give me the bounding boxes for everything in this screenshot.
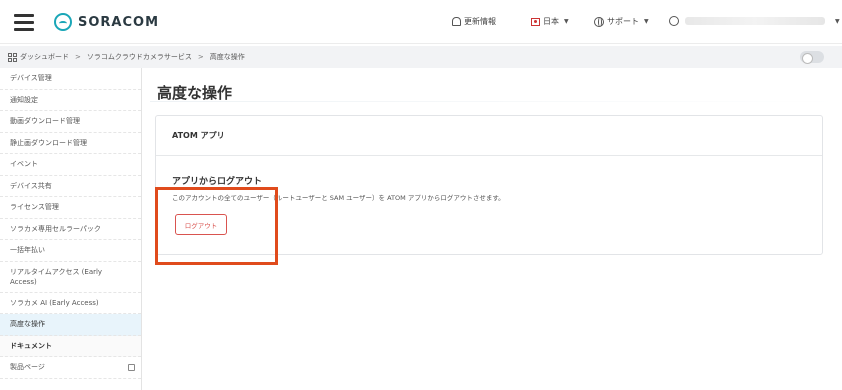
sidebar-item-advanced-operations[interactable]: 高度な操作 [0, 314, 141, 336]
sidebar-item-label: ライセンス管理 [10, 203, 59, 212]
sidebar-item-realtime-access[interactable]: リアルタイムアクセス (Early Access) [0, 262, 141, 293]
sidebar-item-label: デバイス管理 [10, 74, 52, 83]
chevron-down-icon: ▼ [564, 18, 569, 25]
breadcrumb-cloud-camera[interactable]: ソラコムクラウドカメラサービス [87, 52, 192, 62]
soracom-logo-icon [54, 13, 72, 31]
sidebar-item-label: 一括年払い [10, 246, 45, 255]
theme-toggle[interactable] [800, 51, 824, 64]
sidebar-item-image-download[interactable]: 静止画ダウンロード管理 [0, 133, 141, 154]
updates-link[interactable]: 更新情報 [452, 16, 496, 27]
external-link-icon [128, 363, 135, 371]
breadcrumb: ダッシュボード > ソラコムクラウドカメラサービス > 高度な操作 [0, 46, 842, 68]
breadcrumb-current: 高度な操作 [209, 53, 245, 61]
language-selector[interactable]: 日本 ▼ [531, 16, 569, 27]
breadcrumb-separator-icon: > [197, 53, 204, 61]
updates-label: 更新情報 [464, 17, 496, 26]
user-menu[interactable]: ▼ [669, 16, 840, 26]
sidebar-item-product-page[interactable]: 製品ページ [0, 357, 141, 379]
dashboard-icon [8, 52, 17, 62]
bell-icon [452, 17, 461, 26]
sidebar-item-soracam-ai[interactable]: ソラカメ AI (Early Access) [0, 293, 141, 314]
sidebar-item-label: ソラカメ AI (Early Access) [10, 298, 99, 307]
breadcrumb-separator-icon: > [75, 53, 81, 61]
logo-text: SORACOM [78, 14, 160, 30]
sidebar-item-label: 製品ページ [10, 363, 45, 372]
section-title: アプリからログアウト [172, 177, 263, 187]
sidebar-item-label: デバイス共有 [10, 181, 52, 190]
sidebar-item-video-download[interactable]: 動画ダウンロード管理 [0, 111, 141, 133]
card-header: ATOM アプリ [156, 116, 822, 156]
sidebar-item-cellular-pack[interactable]: ソラカメ専用セルラーパック [0, 219, 141, 240]
sidebar-item-annual-payment[interactable]: 一括年払い [0, 240, 141, 262]
sidebar-item-events[interactable]: イベント [0, 154, 141, 176]
sidebar-item-label: 通知設定 [10, 95, 38, 104]
globe-icon [594, 16, 604, 27]
top-header: SORACOM 更新情報 日本 ▼ サポート ▼ ▼ [0, 0, 842, 44]
sidebar-item-device-management[interactable]: デバイス管理 [0, 68, 141, 90]
hamburger-menu-icon[interactable] [14, 13, 36, 31]
user-icon [669, 16, 679, 26]
breadcrumb-dashboard[interactable]: ダッシュボード [20, 52, 69, 62]
sidebar-item-label: リアルタイムアクセス (Early Access) [10, 267, 103, 286]
soracom-logo[interactable]: SORACOM [54, 13, 159, 31]
support-menu[interactable]: サポート ▼ [594, 16, 649, 27]
sidebar: デバイス管理 通知設定 動画ダウンロード管理 静止画ダウンロード管理 イベント … [0, 68, 142, 390]
sidebar-item-label: 静止画ダウンロード管理 [10, 138, 87, 147]
page-title: 高度な操作 [157, 84, 233, 102]
sidebar-item-license[interactable]: ライセンス管理 [0, 197, 141, 219]
redacted-user-name [685, 17, 825, 25]
sidebar-item-notification-settings[interactable]: 通知設定 [0, 90, 141, 111]
sidebar-item-label: 高度な操作 [10, 320, 45, 329]
title-divider [150, 101, 842, 102]
japan-flag-icon [531, 17, 540, 26]
sidebar-item-label: ソラカメ専用セルラーパック [10, 224, 101, 233]
language-label: 日本 [543, 17, 559, 26]
chevron-down-icon: ▼ [644, 18, 649, 25]
sidebar-item-label: イベント [10, 160, 38, 169]
support-label: サポート [607, 17, 639, 26]
sidebar-item-device-sharing[interactable]: デバイス共有 [0, 176, 141, 197]
sidebar-section-documents: ドキュメント [0, 335, 141, 357]
highlight-annotation [155, 187, 278, 265]
sidebar-section-label: ドキュメント [10, 341, 52, 350]
chevron-down-icon: ▼ [835, 17, 840, 25]
sidebar-item-label: 動画ダウンロード管理 [10, 117, 80, 126]
